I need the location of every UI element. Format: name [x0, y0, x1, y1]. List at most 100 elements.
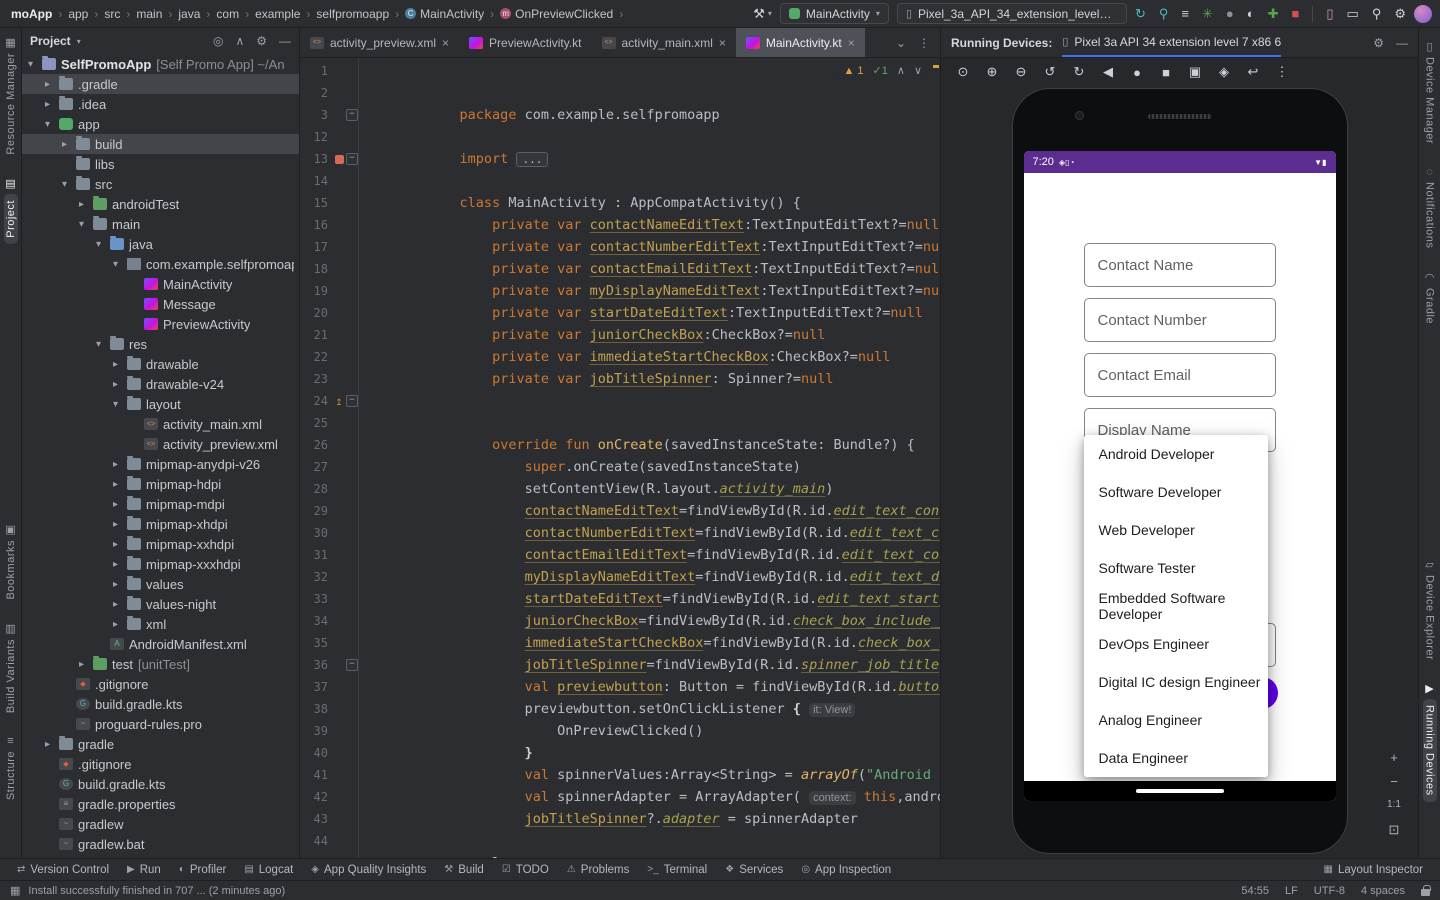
gutter-marker-icon[interactable] [332, 82, 346, 104]
gutter-marker-icon[interactable] [332, 522, 346, 544]
tree-chevron-icon[interactable] [113, 599, 127, 610]
tree-chevron-icon[interactable] [113, 519, 127, 530]
tree-item[interactable]: Message [22, 294, 299, 314]
tree-chevron-icon[interactable] [96, 239, 110, 250]
gutter-marker-icon[interactable] [332, 412, 346, 434]
gutter-marker-icon[interactable] [332, 302, 346, 324]
gutter-marker-icon[interactable] [332, 500, 346, 522]
stop-icon[interactable]: ■ [1292, 7, 1300, 20]
editor-tab[interactable]: activity_preview.xml × [300, 28, 459, 57]
options-icon[interactable]: ⚙ [256, 34, 267, 48]
tool-button-logcat[interactable]: ▤ Logcat [235, 864, 302, 876]
gutter-marker-icon[interactable] [332, 346, 346, 368]
spinner-dropdown-item[interactable]: Android Developer [1084, 435, 1268, 473]
fold-marker-icon[interactable] [346, 192, 358, 214]
code-line[interactable]: 34 jobTitleSpinner=findViewById(R.id.spi… [300, 610, 940, 673]
gutter-marker-icon[interactable] [332, 104, 346, 126]
tree-item[interactable]: drawable-v24 [22, 374, 299, 394]
editor-tab[interactable]: MainActivity.kt × [735, 28, 865, 57]
code-editor[interactable]: 1 package com.example.selfpromoapp 2 3 −… [300, 58, 940, 858]
profiler-icon[interactable]: ◐ [1247, 7, 1255, 20]
tree-item[interactable]: libs [22, 154, 299, 174]
tree-chevron-icon[interactable] [113, 619, 127, 630]
tree-item[interactable]: SelfPromoApp [Self Promo App] ~/An [22, 54, 299, 74]
code-line[interactable]: 30 myDisplayNameEditText=findViewById(R.… [300, 522, 940, 585]
gutter-marker-icon[interactable] [332, 764, 346, 786]
editor-tab[interactable]: PreviewActivity.kt × [459, 28, 591, 57]
power-button[interactable]: ⊙ [953, 62, 973, 82]
gutter-marker-icon[interactable] [332, 148, 346, 170]
gutter-marker-icon[interactable] [332, 720, 346, 742]
status-widget[interactable]: LF [1285, 885, 1298, 897]
tree-item[interactable]: res [22, 334, 299, 354]
gutter-marker-icon[interactable] [332, 676, 346, 698]
breadcrumb-item[interactable]: src [101, 6, 123, 22]
tree-item[interactable]: gradlew [22, 814, 299, 834]
tree-item[interactable]: mipmap-mdpi [22, 494, 299, 514]
zoom-out-button[interactable]: − [1384, 772, 1404, 790]
tree-item[interactable]: gradlew.bat [22, 834, 299, 854]
code-line[interactable]: 41 jobTitleSpinner?.adapter = spinnerAda… [300, 764, 940, 827]
code-line[interactable]: 40 val spinnerAdapter = ArrayAdapter( co… [300, 742, 940, 805]
tree-item[interactable]: java [22, 234, 299, 254]
fold-marker-icon[interactable] [346, 654, 358, 676]
tree-item[interactable]: proguard-rules.pro [22, 714, 299, 734]
code-line[interactable]: 15 private var contactNumberEditText:Tex… [300, 192, 940, 255]
fold-marker-icon[interactable] [346, 808, 358, 830]
code-line[interactable]: 14 private var contactNameEditText:TextI… [300, 170, 940, 233]
fold-marker-icon[interactable] [346, 676, 358, 698]
tree-item[interactable]: MainActivity [22, 274, 299, 294]
fold-marker-icon[interactable] [346, 258, 358, 280]
code-line[interactable]: 25 super.onCreate(savedInstanceState) [300, 412, 940, 475]
fold-marker-icon[interactable] [346, 434, 358, 456]
fold-marker-icon[interactable] [346, 786, 358, 808]
hide-panel-icon[interactable]: — [279, 34, 291, 48]
run-configuration-select[interactable]: MainActivity ▾ [779, 3, 889, 24]
sidebar-item-structure[interactable]: ≡ Structure [5, 735, 17, 800]
user-avatar[interactable] [1414, 4, 1432, 23]
device-screen[interactable]: 7:20 ◈▯◔ ▼▮ Contact Name Contact Number … [1023, 151, 1336, 801]
error-stripe[interactable] [932, 58, 940, 858]
tree-chevron-icon[interactable] [45, 119, 59, 130]
code-line[interactable]: 28 contactNumberEditText=findViewById(R.… [300, 478, 940, 541]
tree-item[interactable]: build.gradle.kts [22, 694, 299, 714]
sdk-manager-icon[interactable]: ▭ [1347, 7, 1359, 20]
gutter-marker-icon[interactable] [332, 544, 346, 566]
sidebar-item-device-manager[interactable]: ▯ Device Manager [1424, 40, 1436, 144]
settings-icon[interactable]: ⚙ [1394, 7, 1406, 20]
code-line[interactable]: 12 [300, 126, 940, 148]
tree-chevron-icon[interactable] [113, 359, 127, 370]
gutter-marker-icon[interactable] [332, 632, 346, 654]
tree-item[interactable]: layout [22, 394, 299, 414]
tree-chevron-icon[interactable] [45, 739, 59, 750]
tree-item[interactable]: mipmap-anydpi-v26 [22, 454, 299, 474]
gutter-marker-icon[interactable] [332, 434, 346, 456]
gutter-marker-icon[interactable] [332, 324, 346, 346]
gutter-marker-icon[interactable] [332, 566, 346, 588]
sidebar-item-project[interactable]: ▤ Project [3, 177, 18, 244]
fold-marker-icon[interactable] [346, 456, 358, 478]
status-widget[interactable]: UTF-8 [1314, 885, 1345, 897]
breadcrumb-item[interactable]: java [175, 6, 203, 22]
fold-marker-icon[interactable] [346, 148, 358, 170]
tree-chevron-icon[interactable] [62, 139, 76, 150]
tool-window-switcher-icon[interactable]: ▦ [10, 884, 20, 897]
code-line[interactable]: 16 private var contactEmailEditText:Text… [300, 214, 940, 277]
tree-item[interactable]: app [22, 114, 299, 134]
gutter-marker-icon[interactable] [332, 456, 346, 478]
gutter-marker-icon[interactable] [332, 786, 346, 808]
build-menu-button[interactable]: ⚒ ▾ [753, 6, 772, 22]
tree-chevron-icon[interactable] [62, 179, 76, 190]
fold-marker-icon[interactable] [346, 566, 358, 588]
locate-file-icon[interactable]: ◎ [213, 34, 223, 48]
fold-marker-icon[interactable] [346, 522, 358, 544]
code-line[interactable]: 17 private var myDisplayNameEditText:Tex… [300, 236, 940, 299]
tree-chevron-icon[interactable] [79, 199, 93, 210]
inspections-warning-indicator[interactable]: ▲ 1 [843, 65, 863, 77]
more-button[interactable]: ⋮ [1272, 62, 1292, 82]
spinner-dropdown-item[interactable]: Analog Engineer [1084, 701, 1268, 739]
gutter-marker-icon[interactable] [332, 742, 346, 764]
tab-close-icon[interactable]: × [719, 36, 726, 50]
toolbar-separator[interactable] [1312, 5, 1314, 22]
project-panel-title[interactable]: Project [30, 34, 71, 48]
